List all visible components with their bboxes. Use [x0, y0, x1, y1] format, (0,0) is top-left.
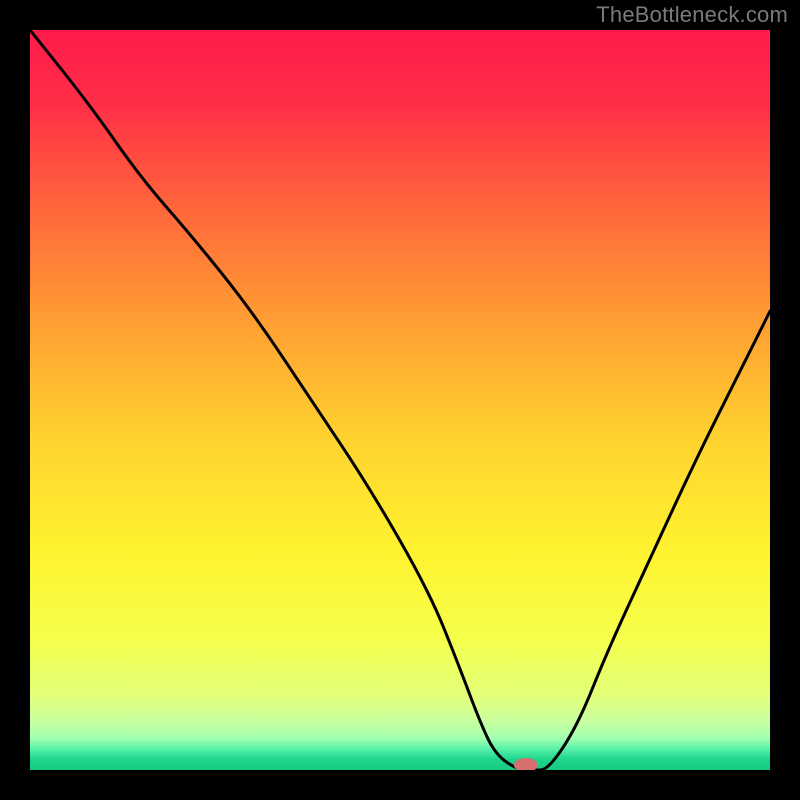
bottleneck-plot — [30, 30, 770, 770]
chart-stage: TheBottleneck.com — [0, 0, 800, 800]
gradient-background — [30, 30, 770, 770]
watermark-text: TheBottleneck.com — [596, 2, 788, 28]
